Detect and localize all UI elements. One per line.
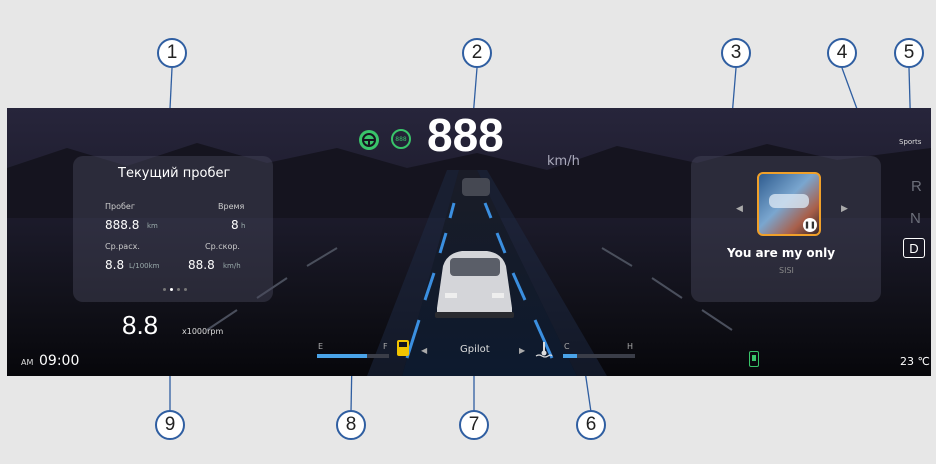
callout-6: 6 [576, 410, 606, 440]
speed-limit-value: 888 [395, 135, 407, 143]
callout-2: 2 [462, 38, 492, 68]
speed-unit: km/h [547, 154, 580, 169]
lane-assist-icon [749, 351, 759, 367]
speed-value: 888 [427, 109, 504, 161]
clock-ampm: AM [21, 358, 34, 367]
nav-mode-label[interactable]: Gpilot [460, 344, 490, 355]
instrument-cluster: Текущий пробег Пробег Время 888.8 km 8 h… [7, 108, 931, 376]
trip-time-label: Время [218, 202, 245, 211]
callout-1: 1 [157, 38, 187, 68]
artist-name: SISI [779, 266, 794, 275]
fuel-gauge [317, 354, 389, 358]
trip-time-value: 8 [231, 218, 239, 232]
drive-mode: Sports [899, 138, 922, 146]
trip-time-unit: h [241, 222, 246, 230]
trip-consumption-unit: L/100km [129, 262, 160, 270]
next-track-icon[interactable]: ▶ [841, 204, 848, 214]
callout-3: 3 [721, 38, 751, 68]
nav-next-icon[interactable]: ▶ [519, 346, 525, 355]
gear-r: R [911, 178, 922, 195]
trip-avg-speed-unit: km/h [223, 262, 241, 270]
clock-time: 09:00 [39, 353, 80, 369]
rpm-value: 8.8 [122, 310, 159, 340]
coolant-hot-label: H [627, 342, 634, 351]
speed-limit-icon: 888 [391, 129, 411, 149]
trip-avg-speed-label: Ср.скор. [205, 242, 240, 251]
callout-5: 5 [894, 38, 924, 68]
outside-temperature: 23 ℃ [900, 355, 930, 368]
previous-track-icon[interactable]: ◀ [736, 204, 743, 214]
coolant-cold-label: C [564, 342, 570, 351]
trip-computer-panel[interactable]: Текущий пробег Пробег Время 888.8 km 8 h… [73, 156, 273, 302]
gear-n: N [910, 210, 921, 227]
fuel-full-label: F [383, 342, 388, 351]
steering-wheel-icon [359, 130, 379, 150]
trip-consumption-value: 8.8 [105, 258, 125, 272]
callout-4: 4 [827, 38, 857, 68]
coolant-temp-icon [535, 340, 553, 358]
callout-8: 8 [336, 410, 366, 440]
trip-title: Текущий пробег [118, 166, 231, 181]
trip-mileage-unit: km [147, 222, 158, 230]
trip-mileage-value: 888.8 [105, 218, 140, 232]
gear-d: D [903, 238, 925, 258]
page-indicator-dots [163, 288, 187, 291]
song-title: You are my only [727, 246, 836, 260]
trip-avg-speed-value: 88.8 [188, 258, 215, 272]
media-panel[interactable]: ◀ ▶ ❚❚ You are my only SISI [691, 156, 881, 302]
fuel-empty-label: E [318, 342, 324, 351]
pause-icon[interactable]: ❚❚ [803, 218, 817, 232]
album-art: ❚❚ [757, 172, 821, 236]
coolant-gauge [563, 354, 635, 358]
trip-consumption-label: Ср.расх. [105, 242, 140, 251]
callout-7: 7 [459, 410, 489, 440]
gear-d-label: D [909, 240, 919, 256]
fuel-gauge-fill [317, 354, 368, 358]
callout-9: 9 [155, 410, 185, 440]
trip-mileage-label: Пробег [105, 202, 136, 211]
fuel-pump-icon [397, 340, 409, 356]
coolant-gauge-fill [563, 354, 578, 358]
rpm-unit: x1000rpm [182, 327, 224, 336]
nav-prev-icon[interactable]: ◀ [421, 346, 427, 355]
